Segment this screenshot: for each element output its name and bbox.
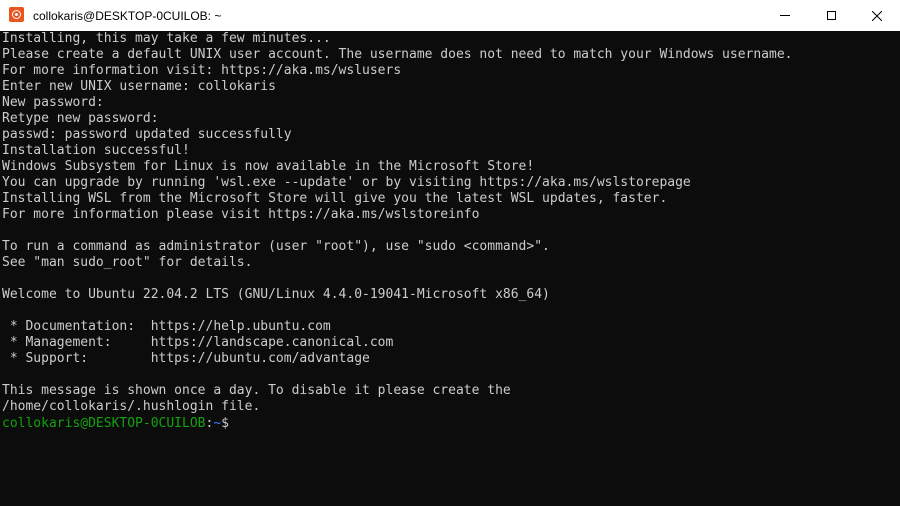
terminal-line: Please create a default UNIX user accoun… <box>2 47 793 62</box>
close-icon <box>872 10 882 21</box>
terminal-line: For more information visit: https://aka.… <box>2 63 402 78</box>
prompt-user-host: collokaris@DESKTOP-0CUILOB <box>2 416 206 431</box>
prompt-path: ~ <box>213 416 222 431</box>
minimize-icon <box>780 15 790 16</box>
terminal-line: * Management: https://landscape.canonica… <box>2 335 394 350</box>
terminal-line: Welcome to Ubuntu 22.04.2 LTS (GNU/Linux… <box>2 287 550 302</box>
terminal-line: Installing, this may take a few minutes.… <box>2 31 331 46</box>
terminal-output[interactable]: Installing, this may take a few minutes.… <box>0 31 900 506</box>
terminal-line: /home/collokaris/.hushlogin file. <box>2 399 261 414</box>
terminal-line: passwd: password updated successfully <box>2 127 292 142</box>
window-title: collokaris@DESKTOP-0CUILOB: ~ <box>33 9 222 23</box>
terminal-window: collokaris@DESKTOP-0CUILOB: ~ Installing… <box>0 0 900 506</box>
terminal-line: * Documentation: https://help.ubuntu.com <box>2 319 331 334</box>
terminal-line: Installing WSL from the Microsoft Store … <box>2 191 668 206</box>
maximize-button[interactable] <box>808 0 854 31</box>
minimize-button[interactable] <box>762 0 808 31</box>
terminal-line: New password: <box>2 95 104 110</box>
prompt-symbol: $ <box>221 416 229 431</box>
terminal-line: Retype new password: <box>2 111 159 126</box>
terminal-line: Windows Subsystem for Linux is now avail… <box>2 159 535 174</box>
terminal-line: See "man sudo_root" for details. <box>2 255 253 270</box>
terminal-line: Enter new UNIX username: collokaris <box>2 79 276 94</box>
title-bar[interactable]: collokaris@DESKTOP-0CUILOB: ~ <box>0 0 900 31</box>
text-cursor[interactable] <box>229 415 237 430</box>
terminal-line: You can upgrade by running 'wsl.exe --up… <box>2 175 691 190</box>
terminal-line: * Support: https://ubuntu.com/advantage <box>2 351 370 366</box>
maximize-icon <box>826 11 836 20</box>
prompt-line[interactable]: collokaris@DESKTOP-0CUILOB:~$ <box>2 415 900 431</box>
ubuntu-icon[interactable] <box>9 7 24 22</box>
close-button[interactable] <box>854 0 900 31</box>
terminal-line: To run a command as administrator (user … <box>2 239 550 254</box>
terminal-line: Installation successful! <box>2 143 190 158</box>
terminal-line: This message is shown once a day. To dis… <box>2 383 511 398</box>
terminal-line: For more information please visit https:… <box>2 207 480 222</box>
